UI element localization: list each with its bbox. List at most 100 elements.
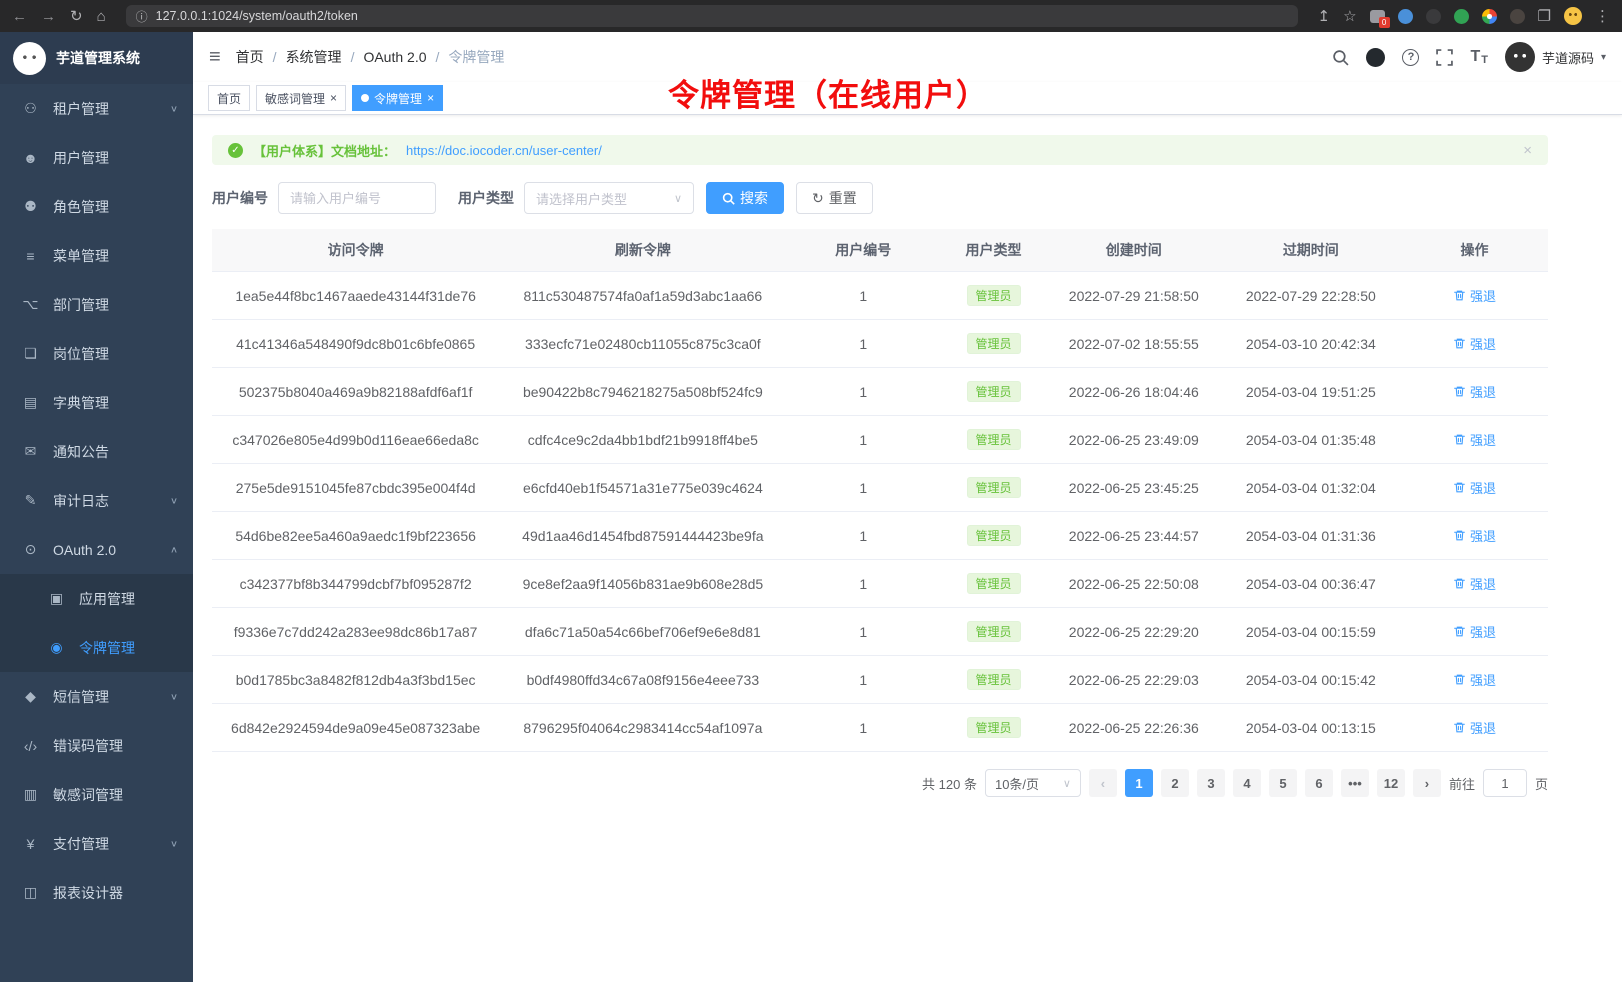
search-icon[interactable] bbox=[1332, 49, 1349, 66]
collapse-menu-icon[interactable]: ≡ bbox=[209, 46, 221, 69]
sidebar: 芋道管理系统 ⚇租户管理∨☻用户管理⚉角色管理≡菜单管理⌥部门管理❏岗位管理▤字… bbox=[0, 32, 193, 982]
sidebar-item-dict[interactable]: ▤字典管理 bbox=[0, 378, 193, 427]
column-header: 刷新令牌 bbox=[499, 229, 786, 272]
refresh-token-cell: 49d1aa46d1454fbd87591444423be9fa bbox=[499, 512, 786, 560]
reset-button[interactable]: ↻ 重置 bbox=[796, 182, 873, 214]
page-button-3[interactable]: 3 bbox=[1197, 769, 1225, 797]
force-logout-button[interactable]: 强退 bbox=[1453, 574, 1496, 593]
prev-page-button[interactable]: ‹ bbox=[1089, 769, 1117, 797]
force-logout-button[interactable]: 强退 bbox=[1453, 334, 1496, 353]
menu-dots-icon[interactable]: ⋮ bbox=[1595, 9, 1610, 24]
next-page-button[interactable]: › bbox=[1413, 769, 1441, 797]
sidebar-item-sms[interactable]: ◆短信管理∨ bbox=[0, 672, 193, 721]
back-icon[interactable]: ← bbox=[12, 9, 27, 24]
sidebar-item-tenant[interactable]: ⚇租户管理∨ bbox=[0, 84, 193, 133]
sidebar-toggle-icon[interactable]: ❐ bbox=[1538, 9, 1551, 24]
active-tab-dot bbox=[361, 94, 369, 102]
create-time-cell: 2022-06-25 23:44:57 bbox=[1047, 512, 1221, 560]
page-button-4[interactable]: 4 bbox=[1233, 769, 1261, 797]
tab-home[interactable]: 首页 bbox=[208, 85, 250, 111]
extension-icon[interactable] bbox=[1454, 9, 1469, 24]
user-id-input[interactable] bbox=[278, 182, 436, 214]
sidebar-item-pay[interactable]: ¥支付管理∨ bbox=[0, 819, 193, 868]
tab-close-icon[interactable]: × bbox=[330, 92, 337, 104]
page-size-select[interactable]: 10条/页 ∨ bbox=[985, 769, 1081, 797]
browser-profile-avatar[interactable] bbox=[1564, 7, 1582, 25]
forward-icon[interactable]: → bbox=[41, 9, 56, 24]
chrome-extension-icon[interactable] bbox=[1482, 9, 1497, 24]
help-icon[interactable]: ? bbox=[1402, 49, 1419, 66]
force-logout-label: 强退 bbox=[1470, 286, 1496, 305]
breadcrumb-item[interactable]: OAuth 2.0 bbox=[363, 49, 426, 65]
sidebar-item-oauth2-token[interactable]: ◉令牌管理 bbox=[0, 623, 193, 672]
alert-doc-link[interactable]: https://doc.iocoder.cn/user-center/ bbox=[406, 143, 602, 158]
trash-icon bbox=[1453, 433, 1466, 446]
tab-close-icon[interactable]: × bbox=[427, 92, 434, 104]
force-logout-button[interactable]: 强退 bbox=[1453, 718, 1496, 737]
extension-icon[interactable] bbox=[1510, 9, 1525, 24]
menu-icon: ≡ bbox=[21, 248, 40, 264]
force-logout-button[interactable]: 强退 bbox=[1453, 478, 1496, 497]
action-cell: 强退 bbox=[1401, 272, 1548, 320]
share-icon[interactable]: ↥ bbox=[1318, 9, 1331, 24]
tab-token[interactable]: 令牌管理× bbox=[352, 85, 443, 111]
force-logout-button[interactable]: 强退 bbox=[1453, 526, 1496, 545]
extension-badge: 0 bbox=[1379, 17, 1390, 28]
reload-icon[interactable]: ↻ bbox=[70, 9, 83, 24]
user-menu[interactable]: 芋道源码 ▾ bbox=[1505, 42, 1606, 72]
force-logout-button[interactable]: 强退 bbox=[1453, 622, 1496, 641]
page-button-5[interactable]: 5 bbox=[1269, 769, 1297, 797]
home-icon[interactable]: ⌂ bbox=[97, 9, 106, 24]
table-row: c342377bf8b344799dcbf7bf095287f29ce8ef2a… bbox=[212, 560, 1548, 608]
breadcrumb-item[interactable]: 系统管理 bbox=[286, 47, 342, 67]
goto-page-input[interactable] bbox=[1483, 769, 1527, 797]
oauth2-icon: ⊙ bbox=[21, 541, 40, 558]
sidebar-item-error-code[interactable]: ‹/›错误码管理 bbox=[0, 721, 193, 770]
search-button[interactable]: 搜索 bbox=[706, 182, 784, 214]
fullscreen-icon[interactable] bbox=[1436, 49, 1453, 66]
extension-icon[interactable] bbox=[1398, 9, 1413, 24]
sidebar-item-oauth2-app[interactable]: ▣应用管理 bbox=[0, 574, 193, 623]
sidebar-item-report-designer[interactable]: ◫报表设计器 bbox=[0, 868, 193, 917]
breadcrumb-item[interactable]: 首页 bbox=[236, 47, 264, 67]
sidebar-item-oauth2[interactable]: ⊙OAuth 2.0∧ bbox=[0, 525, 193, 574]
sidebar-item-label: 支付管理 bbox=[53, 834, 109, 854]
app-logo[interactable]: 芋道管理系统 bbox=[0, 32, 193, 84]
user-type-badge: 管理员 bbox=[967, 669, 1021, 690]
tab-sensitive-word[interactable]: 敏感词管理× bbox=[256, 85, 346, 111]
user-type-select[interactable]: 请选择用户类型 ∨ bbox=[524, 182, 694, 214]
search-button-label: 搜索 bbox=[740, 188, 768, 208]
force-logout-button[interactable]: 强退 bbox=[1453, 670, 1496, 689]
github-icon[interactable] bbox=[1366, 48, 1385, 67]
force-logout-button[interactable]: 强退 bbox=[1453, 286, 1496, 305]
sidebar-item-sensitive-word[interactable]: ▥敏感词管理 bbox=[0, 770, 193, 819]
sidebar-item-dept[interactable]: ⌥部门管理 bbox=[0, 280, 193, 329]
sidebar-item-audit-log[interactable]: ✎审计日志∨ bbox=[0, 476, 193, 525]
sidebar-item-post[interactable]: ❏岗位管理 bbox=[0, 329, 193, 378]
action-cell: 强退 bbox=[1401, 320, 1548, 368]
sidebar-item-notice[interactable]: ✉通知公告 bbox=[0, 427, 193, 476]
extension-icon[interactable]: 0 bbox=[1370, 10, 1385, 23]
extension-icon[interactable] bbox=[1426, 9, 1441, 24]
font-size-icon[interactable]: TT bbox=[1470, 48, 1488, 66]
alert-close-icon[interactable]: × bbox=[1523, 142, 1532, 159]
page-button-2[interactable]: 2 bbox=[1161, 769, 1189, 797]
page-button-12[interactable]: 12 bbox=[1377, 769, 1405, 797]
sidebar-item-role[interactable]: ⚉角色管理 bbox=[0, 182, 193, 231]
total-count: 共 120 条 bbox=[922, 774, 977, 793]
bookmark-star-icon[interactable]: ☆ bbox=[1343, 9, 1356, 24]
access-token-cell: b0d1785bc3a8482f812db4a3f3bd15ec bbox=[212, 656, 499, 704]
page-button-6[interactable]: 6 bbox=[1305, 769, 1333, 797]
sidebar-item-label: 审计日志 bbox=[53, 491, 109, 511]
chevron-down-icon: ∨ bbox=[170, 838, 178, 848]
pager-more-button[interactable]: ••• bbox=[1341, 769, 1369, 797]
force-logout-button[interactable]: 强退 bbox=[1453, 382, 1496, 401]
report-designer-icon: ◫ bbox=[21, 884, 40, 901]
sidebar-item-menu[interactable]: ≡菜单管理 bbox=[0, 231, 193, 280]
page-button-1[interactable]: 1 bbox=[1125, 769, 1153, 797]
url-bar[interactable]: ⓘ 127.0.0.1:1024/system/oauth2/token bbox=[126, 5, 1298, 27]
site-info-icon[interactable]: ⓘ bbox=[136, 8, 148, 25]
trash-icon bbox=[1453, 721, 1466, 734]
force-logout-button[interactable]: 强退 bbox=[1453, 430, 1496, 449]
sidebar-item-user[interactable]: ☻用户管理 bbox=[0, 133, 193, 182]
